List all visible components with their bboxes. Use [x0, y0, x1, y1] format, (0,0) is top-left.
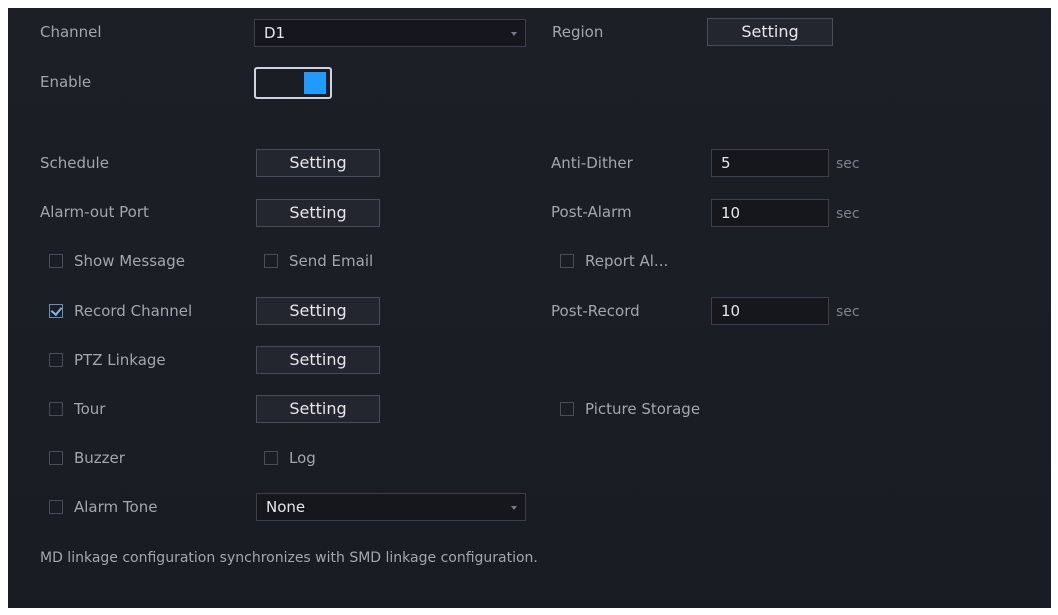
buzzer-checkbox[interactable]: [49, 451, 63, 465]
show-message-checkbox[interactable]: [49, 254, 63, 268]
post-record-label: Post-Record: [551, 302, 640, 320]
post-alarm-input[interactable]: 10: [711, 199, 829, 227]
buzzer-label: Buzzer: [74, 449, 125, 467]
post-record-unit: sec: [836, 304, 860, 320]
channel-value: D1: [264, 24, 286, 42]
report-alarm-label: Report Al...: [585, 252, 669, 270]
record-channel-label: Record Channel: [74, 302, 193, 320]
send-email-label: Send Email: [289, 252, 374, 270]
schedule-label: Schedule: [40, 154, 109, 172]
tour-label: Tour: [74, 400, 106, 418]
anti-dither-unit: sec: [836, 156, 860, 172]
alarm-tone-checkbox[interactable]: [49, 500, 63, 514]
picture-storage-label: Picture Storage: [585, 400, 701, 418]
record-channel-setting-button[interactable]: Setting: [256, 297, 380, 325]
alarm-tone-select[interactable]: None: [256, 493, 526, 521]
region-label: Region: [552, 23, 604, 41]
chevron-down-icon: [511, 32, 517, 36]
anti-dither-input[interactable]: 5: [711, 149, 829, 177]
tour-checkbox[interactable]: [49, 402, 63, 416]
log-label: Log: [289, 449, 316, 467]
alarm-out-setting-button[interactable]: Setting: [256, 199, 380, 227]
ptz-linkage-checkbox[interactable]: [49, 353, 63, 367]
post-alarm-unit: sec: [836, 206, 860, 222]
ptz-linkage-setting-button[interactable]: Setting: [256, 346, 380, 374]
linkage-sync-note: MD linkage configuration synchronizes wi…: [40, 550, 538, 566]
anti-dither-label: Anti-Dither: [551, 154, 633, 172]
enable-toggle[interactable]: [254, 67, 332, 99]
alarm-out-port-label: Alarm-out Port: [40, 203, 149, 221]
show-message-label: Show Message: [74, 252, 185, 270]
post-alarm-label: Post-Alarm: [551, 203, 632, 221]
alarm-tone-value: None: [266, 498, 306, 516]
ptz-linkage-label: PTZ Linkage: [74, 351, 166, 369]
toggle-knob: [304, 72, 326, 94]
channel-label: Channel: [40, 23, 102, 41]
picture-storage-checkbox[interactable]: [560, 402, 574, 416]
enable-label: Enable: [40, 73, 92, 91]
chevron-down-icon: [511, 506, 517, 510]
region-setting-button[interactable]: Setting: [707, 18, 833, 46]
channel-select[interactable]: D1: [254, 19, 526, 47]
alarm-tone-label: Alarm Tone: [74, 498, 158, 516]
post-record-input[interactable]: 10: [711, 297, 829, 325]
schedule-setting-button[interactable]: Setting: [256, 149, 380, 177]
record-channel-checkbox[interactable]: [49, 304, 63, 318]
tour-setting-button[interactable]: Setting: [256, 395, 380, 423]
log-checkbox[interactable]: [264, 451, 278, 465]
send-email-checkbox[interactable]: [264, 254, 278, 268]
report-alarm-checkbox[interactable]: [560, 254, 574, 268]
md-settings-panel: Channel D1 Region Setting Enable Schedul…: [8, 8, 1051, 608]
